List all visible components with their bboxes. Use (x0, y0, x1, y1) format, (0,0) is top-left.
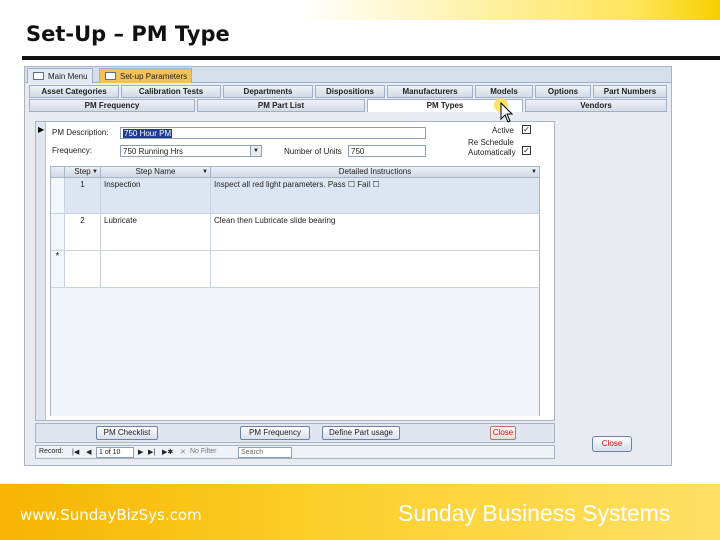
tab-part-numbers[interactable]: Part Numbers (593, 85, 667, 98)
instructions-cell[interactable] (211, 251, 539, 287)
form-footer: PM Checklist PM Frequency Define Part us… (35, 423, 555, 443)
no-filter-label[interactable]: No Filter (190, 448, 216, 455)
instructions-cell[interactable]: Inspect all red light parameters. Pass ☐… (211, 178, 539, 213)
title-divider (22, 56, 720, 60)
step-number-cell[interactable] (65, 251, 101, 287)
tab-manufacturers[interactable]: Manufacturers (387, 85, 473, 98)
chevron-down-icon[interactable]: ▼ (250, 146, 261, 156)
step-name-cell[interactable]: Lubricate (101, 214, 211, 250)
row-selector[interactable] (51, 178, 65, 213)
subform-empty-area (51, 288, 539, 416)
header-step-name-label: Step Name (135, 167, 176, 176)
doc-tab-setup-parameters[interactable]: Set-up Parameters (99, 68, 193, 83)
tab-asset-categories[interactable]: Asset Categories (29, 85, 119, 98)
reschedule-label-line1: Re Schedule (468, 138, 514, 147)
footer-company-name: Sunday Business Systems (398, 500, 671, 526)
tab-dispositions[interactable]: Dispositions (315, 85, 385, 98)
header-step-label: Step (74, 167, 91, 176)
access-window: Main Menu Set-up Parameters Asset Catego… (24, 66, 672, 466)
header-instructions[interactable]: Detailed Instructions ▼ (211, 167, 539, 178)
step-number-cell[interactable]: 1 (65, 178, 101, 213)
step-name-cell[interactable] (101, 251, 211, 287)
header-instructions-label: Detailed Instructions (338, 167, 412, 176)
header-gradient (300, 0, 720, 20)
record-position-field[interactable]: 1 of 10 (96, 447, 134, 458)
pm-type-form: ▶ PM Description: 750 Hour PM Frequency:… (35, 121, 555, 421)
new-record-marker: * (51, 251, 65, 287)
close-form-button[interactable]: Close (490, 426, 516, 440)
pm-description-label: PM Description: (52, 128, 109, 137)
mouse-pointer-icon (494, 98, 514, 123)
chevron-down-icon: ▼ (202, 169, 208, 175)
step-number-cell[interactable]: 2 (65, 214, 101, 250)
active-label: Active (492, 126, 514, 135)
slide-footer: www.SundayBizSys.com Sunday Business Sys… (0, 484, 720, 540)
search-input[interactable]: Search (238, 447, 292, 458)
next-record-icon[interactable]: ▶ (138, 448, 143, 456)
tab-options[interactable]: Options (535, 85, 591, 98)
pm-description-value: 750 Hour PM (123, 129, 173, 138)
record-selector[interactable]: ▶ (36, 122, 46, 420)
number-of-units-label: Number of Units (284, 147, 342, 156)
chevron-down-icon: ▼ (92, 169, 98, 175)
tab-row-2: PM Frequency PM Part List PM Types Vendo… (29, 99, 669, 112)
number-of-units-input[interactable]: 750 (348, 145, 426, 157)
chevron-down-icon: ▼ (531, 169, 537, 175)
steps-header-row: Step ▼ Step Name ▼ Detailed Instructions… (51, 167, 539, 178)
frequency-select[interactable]: 750 Running Hrs ▼ (120, 145, 262, 157)
footer-website: www.SundayBizSys.com (20, 506, 202, 524)
new-record-icon[interactable]: ▶✱ (162, 448, 173, 456)
tab-calibration-tests[interactable]: Calibration Tests (121, 85, 221, 98)
tab-row-1: Asset Categories Calibration Tests Depar… (29, 85, 669, 98)
frequency-value: 750 Running Hrs (123, 147, 184, 156)
doc-tab-main-menu[interactable]: Main Menu (27, 68, 93, 83)
first-record-icon[interactable]: |◀ (72, 448, 79, 456)
tab-departments[interactable]: Departments (223, 85, 313, 98)
filter-icon: ✕ (180, 449, 186, 456)
reschedule-label-line2: Automatically (468, 148, 516, 157)
new-record-row[interactable]: * (51, 251, 539, 288)
previous-record-icon[interactable]: ◀ (86, 448, 91, 456)
pm-checklist-button[interactable]: PM Checklist (96, 426, 158, 440)
last-record-icon[interactable]: ▶| (148, 448, 155, 456)
header-step[interactable]: Step ▼ (65, 167, 101, 178)
step-name-cell[interactable]: Inspection (101, 178, 211, 213)
record-navigation-bar: Record: |◀ ◀ 1 of 10 ▶ ▶| ▶✱ ✕ No Filter… (35, 445, 555, 459)
doc-tab-label: Set-up Parameters (120, 72, 188, 81)
table-row[interactable]: 2 Lubricate Clean then Lubricate slide b… (51, 214, 539, 251)
tab-pm-frequency[interactable]: PM Frequency (29, 99, 195, 112)
pm-frequency-button[interactable]: PM Frequency (240, 426, 310, 440)
record-label: Record: (39, 448, 64, 455)
tab-pm-part-list[interactable]: PM Part List (197, 99, 365, 112)
document-tab-bar: Main Menu Set-up Parameters (25, 67, 671, 83)
slide-title: Set-Up – PM Type (26, 22, 230, 46)
table-row[interactable]: 1 Inspection Inspect all red light param… (51, 178, 539, 214)
row-selector[interactable] (51, 214, 65, 250)
steps-subform: Step ▼ Step Name ▼ Detailed Instructions… (50, 166, 540, 416)
frequency-label: Frequency: (52, 146, 93, 155)
header-step-name[interactable]: Step Name ▼ (101, 167, 211, 178)
header-selector (51, 167, 65, 178)
doc-tab-label: Main Menu (48, 72, 88, 81)
define-part-usage-button[interactable]: Define Part usage (322, 426, 400, 440)
reschedule-checkbox[interactable]: ✓ (522, 146, 531, 155)
pm-description-input[interactable]: 750 Hour PM (120, 127, 426, 139)
tab-vendors[interactable]: Vendors (525, 99, 667, 112)
form-icon (33, 72, 44, 80)
close-window-button[interactable]: Close (592, 436, 632, 452)
current-record-arrow-icon: ▶ (38, 125, 45, 134)
active-checkbox[interactable]: ✓ (522, 125, 531, 134)
form-icon (105, 72, 116, 80)
instructions-cell[interactable]: Clean then Lubricate slide bearing (211, 214, 539, 250)
